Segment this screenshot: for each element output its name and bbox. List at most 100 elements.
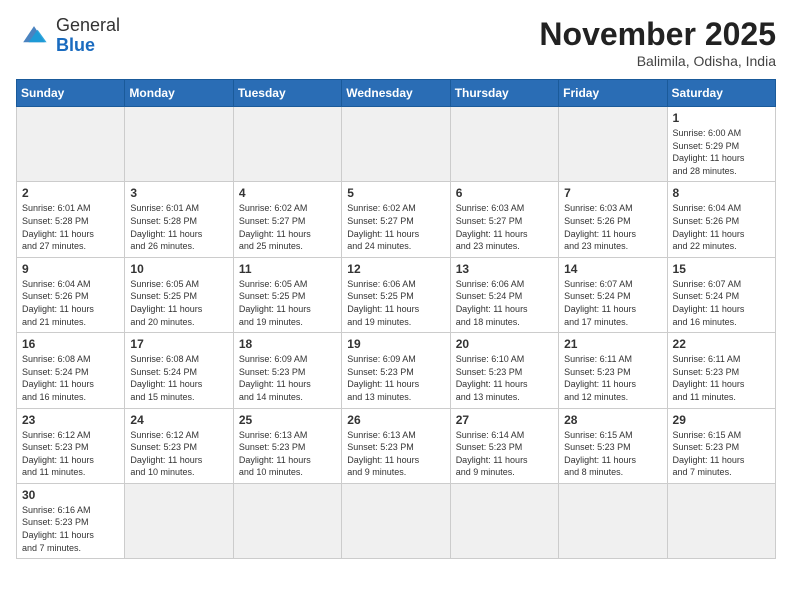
calendar-cell: 13 Sunrise: 6:06 AM Sunset: 5:24 PM Dayli… xyxy=(450,257,558,332)
weekday-header-friday: Friday xyxy=(559,80,667,107)
day-info: Sunrise: 6:07 AM Sunset: 5:24 PM Dayligh… xyxy=(564,278,661,328)
calendar-cell: 6Sunrise: 6:03 AM Sunset: 5:27 PM Daylig… xyxy=(450,182,558,257)
title-block: November 2025 Balimila, Odisha, India xyxy=(539,16,776,69)
calendar-cell: 23 Sunrise: 6:12 AM Sunset: 5:23 PM Dayli… xyxy=(17,408,125,483)
calendar-cell: 11Sunrise: 6:05 AM Sunset: 5:25 PM Dayli… xyxy=(233,257,341,332)
day-info: Sunrise: 6:15 AM Sunset: 5:23 PM Dayligh… xyxy=(673,429,770,479)
day-info: Sunrise: 6:02 AM Sunset: 5:27 PM Dayligh… xyxy=(239,202,336,252)
day-number: 25 xyxy=(239,413,336,427)
weekday-header-thursday: Thursday xyxy=(450,80,558,107)
day-number: 13 xyxy=(456,262,553,276)
week-row-2: 9Sunrise: 6:04 AM Sunset: 5:26 PM Daylig… xyxy=(17,257,776,332)
day-number: 3 xyxy=(130,186,227,200)
day-info: Sunrise: 6:02 AM Sunset: 5:27 PM Dayligh… xyxy=(347,202,444,252)
day-number: 14 xyxy=(564,262,661,276)
calendar-cell: 8 Sunrise: 6:04 AM Sunset: 5:26 PM Daylig… xyxy=(667,182,775,257)
weekday-header-monday: Monday xyxy=(125,80,233,107)
day-info: Sunrise: 6:09 AM Sunset: 5:23 PM Dayligh… xyxy=(239,353,336,403)
week-row-0: 1Sunrise: 6:00 AM Sunset: 5:29 PM Daylig… xyxy=(17,107,776,182)
calendar-cell xyxy=(233,107,341,182)
day-number: 20 xyxy=(456,337,553,351)
calendar-cell: 18 Sunrise: 6:09 AM Sunset: 5:23 PM Dayli… xyxy=(233,333,341,408)
calendar-cell: 21Sunrise: 6:11 AM Sunset: 5:23 PM Dayli… xyxy=(559,333,667,408)
weekday-header-wednesday: Wednesday xyxy=(342,80,450,107)
day-number: 6 xyxy=(456,186,553,200)
calendar-cell xyxy=(559,107,667,182)
calendar-cell: 2 Sunrise: 6:01 AM Sunset: 5:28 PM Daylig… xyxy=(17,182,125,257)
logo: General Blue xyxy=(16,16,120,56)
day-number: 2 xyxy=(22,186,119,200)
day-number: 12 xyxy=(347,262,444,276)
day-number: 11 xyxy=(239,262,336,276)
weekday-header-sunday: Sunday xyxy=(17,80,125,107)
day-info: Sunrise: 6:08 AM Sunset: 5:24 PM Dayligh… xyxy=(130,353,227,403)
calendar-cell: 22Sunrise: 6:11 AM Sunset: 5:23 PM Dayli… xyxy=(667,333,775,408)
day-number: 5 xyxy=(347,186,444,200)
day-number: 28 xyxy=(564,413,661,427)
calendar-cell xyxy=(450,107,558,182)
calendar-cell: 15 Sunrise: 6:07 AM Sunset: 5:24 PM Dayli… xyxy=(667,257,775,332)
day-info: Sunrise: 6:06 AM Sunset: 5:25 PM Dayligh… xyxy=(347,278,444,328)
day-number: 21 xyxy=(564,337,661,351)
day-info: Sunrise: 6:03 AM Sunset: 5:26 PM Dayligh… xyxy=(564,202,661,252)
day-number: 18 xyxy=(239,337,336,351)
calendar-cell: 27 Sunrise: 6:14 AM Sunset: 5:23 PM Dayli… xyxy=(450,408,558,483)
calendar-cell xyxy=(125,483,233,558)
day-number: 8 xyxy=(673,186,770,200)
calendar-cell xyxy=(342,107,450,182)
day-info: Sunrise: 6:13 AM Sunset: 5:23 PM Dayligh… xyxy=(239,429,336,479)
weekday-header-saturday: Saturday xyxy=(667,80,775,107)
day-number: 15 xyxy=(673,262,770,276)
day-info: Sunrise: 6:07 AM Sunset: 5:24 PM Dayligh… xyxy=(673,278,770,328)
calendar-cell xyxy=(17,107,125,182)
week-row-3: 16 Sunrise: 6:08 AM Sunset: 5:24 PM Dayli… xyxy=(17,333,776,408)
calendar-cell: 26Sunrise: 6:13 AM Sunset: 5:23 PM Dayli… xyxy=(342,408,450,483)
calendar-cell: 19Sunrise: 6:09 AM Sunset: 5:23 PM Dayli… xyxy=(342,333,450,408)
calendar-cell: 29Sunrise: 6:15 AM Sunset: 5:23 PM Dayli… xyxy=(667,408,775,483)
calendar-cell: 25 Sunrise: 6:13 AM Sunset: 5:23 PM Dayli… xyxy=(233,408,341,483)
day-number: 27 xyxy=(456,413,553,427)
day-number: 30 xyxy=(22,488,119,502)
day-info: Sunrise: 6:12 AM Sunset: 5:23 PM Dayligh… xyxy=(22,429,119,479)
day-info: Sunrise: 6:00 AM Sunset: 5:29 PM Dayligh… xyxy=(673,127,770,177)
day-info: Sunrise: 6:04 AM Sunset: 5:26 PM Dayligh… xyxy=(22,278,119,328)
day-number: 4 xyxy=(239,186,336,200)
calendar-cell: 5 Sunrise: 6:02 AM Sunset: 5:27 PM Daylig… xyxy=(342,182,450,257)
day-info: Sunrise: 6:06 AM Sunset: 5:24 PM Dayligh… xyxy=(456,278,553,328)
day-number: 16 xyxy=(22,337,119,351)
weekday-header-row: SundayMondayTuesdayWednesdayThursdayFrid… xyxy=(17,80,776,107)
calendar-cell: 9Sunrise: 6:04 AM Sunset: 5:26 PM Daylig… xyxy=(17,257,125,332)
day-info: Sunrise: 6:04 AM Sunset: 5:26 PM Dayligh… xyxy=(673,202,770,252)
logo-text: General Blue xyxy=(56,16,120,56)
day-info: Sunrise: 6:13 AM Sunset: 5:23 PM Dayligh… xyxy=(347,429,444,479)
day-number: 22 xyxy=(673,337,770,351)
day-info: Sunrise: 6:01 AM Sunset: 5:28 PM Dayligh… xyxy=(22,202,119,252)
calendar-cell: 7 Sunrise: 6:03 AM Sunset: 5:26 PM Daylig… xyxy=(559,182,667,257)
week-row-1: 2 Sunrise: 6:01 AM Sunset: 5:28 PM Daylig… xyxy=(17,182,776,257)
calendar-cell xyxy=(667,483,775,558)
day-number: 23 xyxy=(22,413,119,427)
day-info: Sunrise: 6:12 AM Sunset: 5:23 PM Dayligh… xyxy=(130,429,227,479)
logo-icon xyxy=(16,22,52,50)
calendar-cell: 16Sunrise: 6:08 AM Sunset: 5:24 PM Dayli… xyxy=(17,333,125,408)
calendar-cell: 20 Sunrise: 6:10 AM Sunset: 5:23 PM Dayli… xyxy=(450,333,558,408)
week-row-4: 23 Sunrise: 6:12 AM Sunset: 5:23 PM Dayli… xyxy=(17,408,776,483)
day-info: Sunrise: 6:14 AM Sunset: 5:23 PM Dayligh… xyxy=(456,429,553,479)
calendar-cell: 17 Sunrise: 6:08 AM Sunset: 5:24 PM Dayli… xyxy=(125,333,233,408)
day-info: Sunrise: 6:10 AM Sunset: 5:23 PM Dayligh… xyxy=(456,353,553,403)
location: Balimila, Odisha, India xyxy=(539,53,776,69)
calendar-cell: 24Sunrise: 6:12 AM Sunset: 5:23 PM Dayli… xyxy=(125,408,233,483)
calendar-cell xyxy=(450,483,558,558)
calendar-table: SundayMondayTuesdayWednesdayThursdayFrid… xyxy=(16,79,776,559)
day-info: Sunrise: 6:09 AM Sunset: 5:23 PM Dayligh… xyxy=(347,353,444,403)
day-number: 7 xyxy=(564,186,661,200)
day-info: Sunrise: 6:15 AM Sunset: 5:23 PM Dayligh… xyxy=(564,429,661,479)
day-info: Sunrise: 6:01 AM Sunset: 5:28 PM Dayligh… xyxy=(130,202,227,252)
day-info: Sunrise: 6:05 AM Sunset: 5:25 PM Dayligh… xyxy=(130,278,227,328)
page-header: General Blue November 2025 Balimila, Odi… xyxy=(16,16,776,69)
calendar-cell xyxy=(233,483,341,558)
weekday-header-tuesday: Tuesday xyxy=(233,80,341,107)
day-info: Sunrise: 6:16 AM Sunset: 5:23 PM Dayligh… xyxy=(22,504,119,554)
day-number: 17 xyxy=(130,337,227,351)
calendar-cell xyxy=(342,483,450,558)
